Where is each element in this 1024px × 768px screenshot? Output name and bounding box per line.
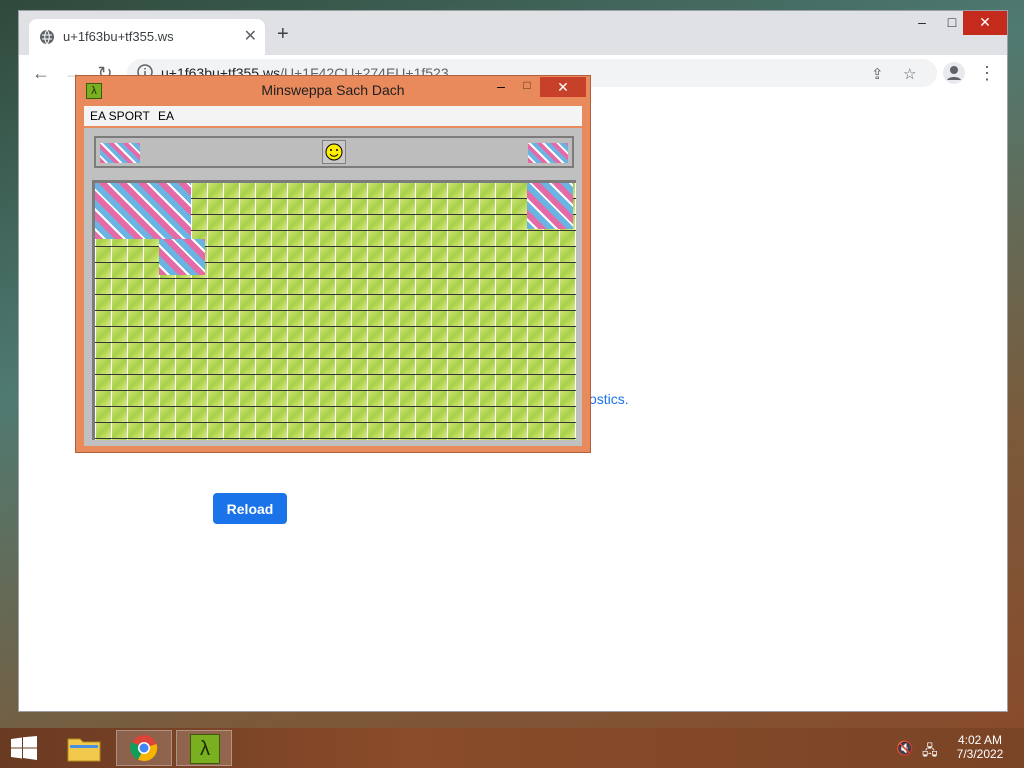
revealed-region-top-right[interactable] [527,183,573,229]
tab-strip: u+1f63bu+tf355.ws ✕ + – □ ✕ [19,11,1007,55]
taskbar-file-explorer[interactable] [56,730,112,766]
profile-avatar-icon[interactable] [943,62,965,84]
tab-title: u+1f63bu+tf355.ws [63,29,174,44]
taskbar: λ 🔇 🖧 4:02 AM 7/3/2022 [0,728,1024,768]
game-close-button[interactable]: ✕ [540,77,586,97]
timer-counter [528,143,568,163]
diagnostics-link[interactable]: ostics. [589,391,629,407]
game-minimize-button[interactable]: – [490,78,512,94]
tab-close-icon[interactable]: ✕ [244,26,257,46]
back-icon[interactable]: ← [29,61,53,85]
globe-icon [40,29,54,45]
browser-tab[interactable]: u+1f63bu+tf355.ws ✕ [29,19,265,55]
game-panel [84,128,582,446]
reload-button[interactable]: Reload [213,493,287,524]
mine-counter [100,143,140,163]
game-menubar: EA SPORT EA [84,106,582,126]
menu-ea-sport[interactable]: EA SPORT [90,109,150,123]
game-status-bar [94,136,574,168]
tray-date: 7/3/2022 [956,747,1004,761]
window-minimize-button[interactable]: – [907,11,937,35]
smiley-reset-button[interactable] [322,140,346,164]
network-icon[interactable]: 🖧 [922,740,938,764]
taskbar-chrome[interactable] [116,730,172,766]
tray-time: 4:02 AM [957,733,1003,747]
new-tab-button[interactable]: + [277,24,289,44]
lambda-icon: λ [190,734,220,764]
chrome-icon [130,735,158,762]
game-titlebar[interactable]: λ Minsweppa Sach Dach – □ ✕ [76,76,590,104]
windows-start-icon[interactable] [10,736,38,760]
revealed-region-top-left[interactable] [95,183,191,239]
game-title: Minsweppa Sach Dach [261,82,405,98]
minefield-grid[interactable] [92,180,576,440]
game-maximize-button[interactable]: □ [516,78,538,92]
revealed-region-left-lower[interactable] [159,239,205,275]
smiley-icon [325,143,343,161]
menu-kebab-icon[interactable]: ⋮ [975,61,999,85]
taskbar-lambda-app[interactable]: λ [176,730,232,766]
menu-ea[interactable]: EA [158,109,174,123]
folder-icon [67,738,101,762]
share-icon[interactable]: ⇪ [871,65,884,83]
window-close-button[interactable]: ✕ [963,11,1007,35]
bookmark-star-icon[interactable]: ☆ [903,65,916,83]
volume-muted-icon[interactable]: 🔇 [896,740,913,757]
tray-clock[interactable]: 4:02 AM 7/3/2022 [950,733,1010,761]
minesweeper-window: λ Minsweppa Sach Dach – □ ✕ EA SPORT EA [75,75,591,453]
